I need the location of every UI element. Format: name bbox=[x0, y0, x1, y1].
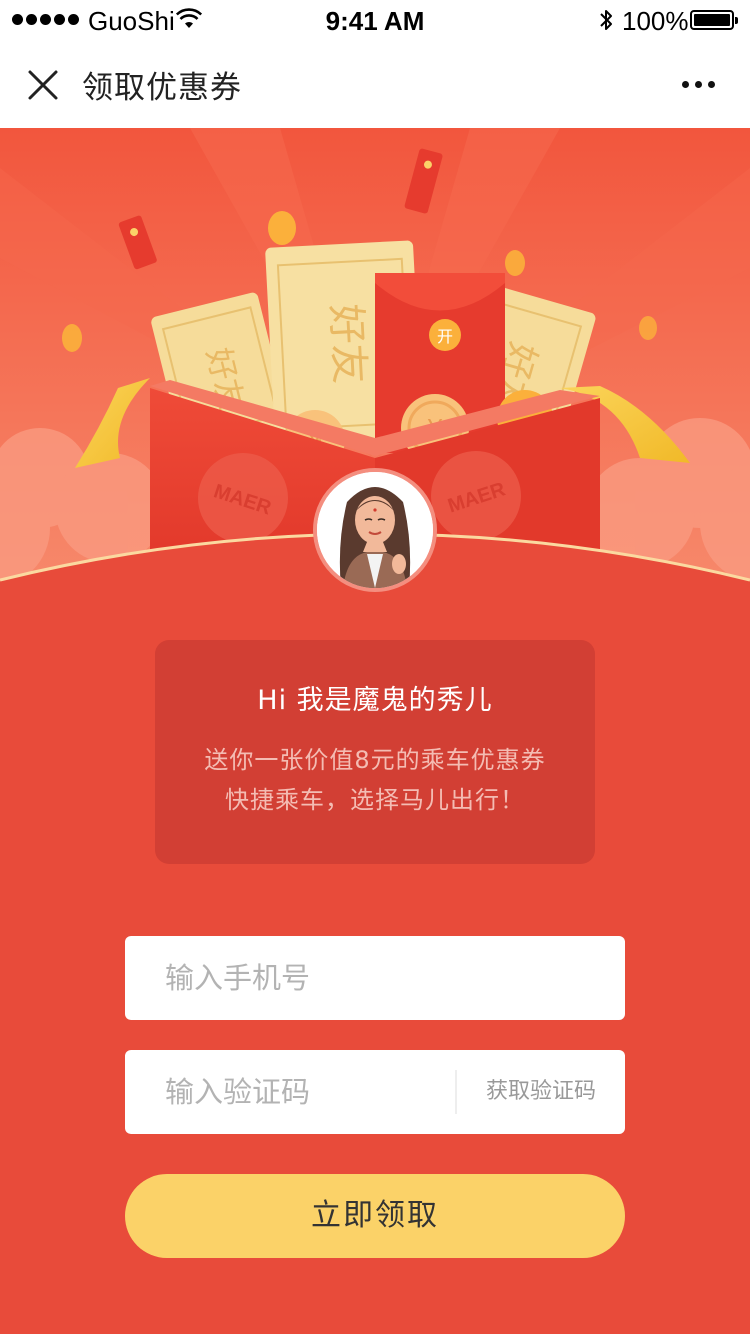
ticket-text: 好友 bbox=[322, 303, 372, 385]
more-dot-icon bbox=[682, 80, 689, 88]
claim-coupon-button[interactable]: 立即领取 bbox=[125, 1174, 625, 1258]
envelope-badge: 开 bbox=[437, 327, 453, 346]
avatar bbox=[313, 468, 437, 592]
bluetooth-icon bbox=[600, 10, 612, 30]
phone-input[interactable] bbox=[165, 936, 595, 1020]
get-code-button[interactable]: 获取验证码 bbox=[457, 1050, 625, 1134]
coupon-slogan: 快捷乘车，选择马儿出行！ bbox=[225, 786, 525, 814]
close-icon bbox=[28, 70, 58, 100]
verification-code-input[interactable] bbox=[165, 1050, 445, 1134]
coupon-description: 送你一张价值8元的乘车优惠券 bbox=[204, 746, 546, 774]
battery-percentage: 100% bbox=[622, 6, 689, 36]
avatar-illustration bbox=[317, 472, 433, 588]
battery-icon bbox=[690, 10, 738, 30]
more-dot-icon bbox=[708, 80, 715, 88]
code-field-container: 获取验证码 bbox=[125, 1050, 625, 1134]
phone-field-container bbox=[125, 936, 625, 1020]
navigation-bar: 领取优惠券 bbox=[0, 40, 750, 128]
more-options-button[interactable] bbox=[682, 74, 728, 94]
close-button[interactable] bbox=[24, 62, 64, 106]
more-dot-icon bbox=[695, 80, 702, 88]
page-title: 领取优惠券 bbox=[82, 70, 242, 106]
status-bar: GuoShi 9:41 AM 100% bbox=[0, 0, 750, 40]
greeting-card: Hi 我是魔鬼的秀儿 送你一张价值8元的乘车优惠券 快捷乘车，选择马儿出行！ bbox=[155, 640, 595, 864]
greeting-title: Hi 我是魔鬼的秀儿 bbox=[257, 685, 493, 716]
